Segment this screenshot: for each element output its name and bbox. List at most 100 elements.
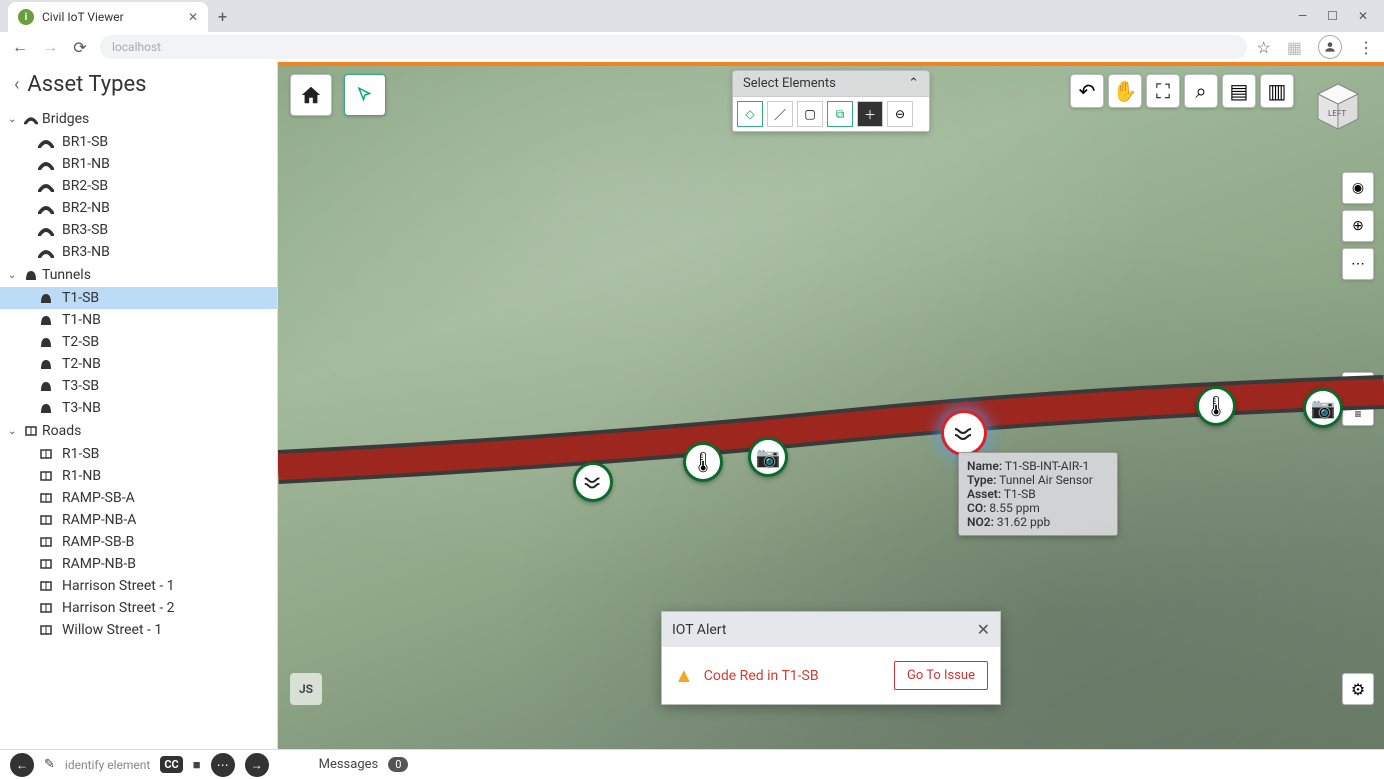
sidebar-back-icon[interactable]: ‹ xyxy=(14,74,19,95)
item-label: RAMP-NB-B xyxy=(62,556,136,572)
pencil-icon[interactable]: ✎ xyxy=(44,757,55,772)
tree-item[interactable]: BR1-SB xyxy=(0,131,277,153)
tree-item[interactable]: R1-SB xyxy=(0,443,277,465)
asset-icon xyxy=(38,358,54,370)
status-more-button[interactable]: ⋯ xyxy=(211,753,235,777)
status-next-button[interactable]: → xyxy=(245,753,269,777)
globe-tool-button[interactable]: ⊕ xyxy=(1342,210,1374,242)
item-label: BR2-SB xyxy=(62,178,108,194)
camera-tool-button[interactable]: ◉ xyxy=(1342,172,1374,204)
tree-item[interactable]: RAMP-SB-A xyxy=(0,487,277,509)
cursor-tool-button[interactable] xyxy=(344,74,386,116)
cc-badge[interactable]: CC xyxy=(160,756,182,773)
star-icon[interactable]: ☆ xyxy=(1257,38,1271,57)
tree-item[interactable]: RAMP-NB-A xyxy=(0,509,277,531)
tree-group[interactable]: ⌄Bridges xyxy=(0,107,277,131)
extension-icon[interactable]: ▦ xyxy=(1287,38,1302,57)
asset-icon xyxy=(38,470,54,482)
record-icon[interactable]: ■ xyxy=(193,757,201,773)
tree-item[interactable]: R1-NB xyxy=(0,465,277,487)
sensor-air-alert[interactable] xyxy=(941,410,987,456)
tooltip-asset-label: Asset: xyxy=(967,487,1001,501)
maximize-icon[interactable]: ☐ xyxy=(1327,9,1338,23)
item-label: Harrison Street - 2 xyxy=(62,600,175,616)
tooltip-no2-value: 31.62 ppb xyxy=(997,515,1050,529)
zoom-window-button[interactable]: ⌕ xyxy=(1184,74,1218,108)
select-add-button[interactable]: ＋ xyxy=(857,101,883,127)
sensor-temp-1[interactable]: 🌡 xyxy=(683,442,723,482)
asset-icon xyxy=(38,558,54,570)
undo-button[interactable]: ↶ xyxy=(1070,74,1104,108)
tree-item[interactable]: BR1-NB xyxy=(0,153,277,175)
fit-view-button[interactable]: ⛶ xyxy=(1146,74,1180,108)
messages-count: 0 xyxy=(388,757,408,772)
panel-collapse-icon[interactable]: ⌃ xyxy=(908,76,919,91)
tree-item[interactable]: T2-NB xyxy=(0,353,277,375)
select-remove-button[interactable]: ⊖ xyxy=(887,101,913,127)
tree-item[interactable]: BR2-SB xyxy=(0,175,277,197)
status-prev-button[interactable]: ← xyxy=(10,753,34,777)
item-label: Willow Street - 1 xyxy=(62,622,162,638)
tab-bar: i Civil IoT Viewer ✕ + — ☐ ✕ xyxy=(0,0,1384,32)
sensor-camera-1[interactable]: 📷 xyxy=(748,437,788,477)
tree-item[interactable]: Harrison Street - 1 xyxy=(0,575,277,597)
tree-item[interactable]: RAMP-SB-B xyxy=(0,531,277,553)
asset-icon xyxy=(38,224,54,236)
sensor-camera-2[interactable]: 📷 xyxy=(1303,388,1343,428)
menu-icon[interactable]: ⋮ xyxy=(1358,38,1374,57)
asset-icon xyxy=(38,448,54,460)
tree-item[interactable]: T3-SB xyxy=(0,375,277,397)
pan-button[interactable]: ✋ xyxy=(1108,74,1142,108)
tooltip-name-label: Name: xyxy=(967,459,1002,473)
item-label: R1-NB xyxy=(62,468,101,484)
select-point-button[interactable]: ◇ xyxy=(737,101,763,127)
tooltip-co-label: CO: xyxy=(967,501,986,515)
sidebar: ‹ Asset Types ⌄BridgesBR1-SBBR1-NBBR2-SB… xyxy=(0,62,278,749)
view-a-button[interactable]: ▤ xyxy=(1222,74,1256,108)
tree-item[interactable]: T2-SB xyxy=(0,331,277,353)
messages-label[interactable]: Messages xyxy=(319,757,379,772)
select-line-button[interactable]: ／ xyxy=(767,101,793,127)
tree-item[interactable]: T3-NB xyxy=(0,397,277,419)
group-label: Tunnels xyxy=(42,267,91,283)
new-tab-button[interactable]: + xyxy=(218,7,227,26)
tree-item[interactable]: Willow Street - 1 xyxy=(0,619,277,641)
sensor-tooltip: Name: T1-SB-INT-AIR-1 Type: Tunnel Air S… xyxy=(958,452,1118,536)
viewer-3d[interactable]: Select Elements ⌃ ◇ ／ ▢ ⧉ ＋ ⊖ ↶ ✋ ⛶ ⌕ ▤ … xyxy=(278,62,1384,749)
url-field[interactable]: localhost xyxy=(100,35,1247,59)
tree-item[interactable]: BR3-SB xyxy=(0,219,277,241)
back-button[interactable]: ← xyxy=(10,37,30,57)
go-to-issue-button[interactable]: Go To Issue xyxy=(894,661,988,690)
group-icon xyxy=(24,425,38,437)
close-window-icon[interactable]: ✕ xyxy=(1358,9,1368,23)
select-box-button[interactable]: ▢ xyxy=(797,101,823,127)
tree-group[interactable]: ⌄Tunnels xyxy=(0,263,277,287)
tree-item[interactable]: T1-NB xyxy=(0,309,277,331)
sensor-air-1[interactable] xyxy=(573,462,613,502)
tree-item[interactable]: Harrison Street - 2 xyxy=(0,597,277,619)
reload-button[interactable]: ⟳ xyxy=(70,38,90,57)
tree-group[interactable]: ⌄Roads xyxy=(0,419,277,443)
tab-close-icon[interactable]: ✕ xyxy=(188,10,198,24)
more-tools-button[interactable]: ⋯ xyxy=(1342,248,1374,280)
select-elements-panel: Select Elements ⌃ ◇ ／ ▢ ⧉ ＋ ⊖ xyxy=(732,70,930,132)
home-button[interactable] xyxy=(290,74,332,116)
select-group-button[interactable]: ⧉ xyxy=(827,101,853,127)
asset-icon xyxy=(38,180,54,192)
tree-item[interactable]: BR2-NB xyxy=(0,197,277,219)
settings-lower-button[interactable]: ⚙ xyxy=(1342,673,1374,705)
tree-item[interactable]: T1-SB xyxy=(0,287,277,309)
group-label: Bridges xyxy=(42,111,89,127)
tree-item[interactable]: BR3-NB xyxy=(0,241,277,263)
profile-icon[interactable] xyxy=(1318,35,1342,59)
tree-item[interactable]: RAMP-NB-B xyxy=(0,553,277,575)
browser-tab[interactable]: i Civil IoT Viewer ✕ xyxy=(8,2,208,32)
view-b-button[interactable]: ▥ xyxy=(1260,74,1294,108)
view-cube[interactable]: LEFT xyxy=(1308,74,1368,134)
asset-icon xyxy=(38,136,54,148)
forward-button[interactable]: → xyxy=(40,37,60,57)
sensor-temp-2[interactable]: 🌡 xyxy=(1196,386,1236,426)
minimize-icon[interactable]: — xyxy=(1298,9,1307,23)
item-label: RAMP-SB-B xyxy=(62,534,134,550)
alert-close-icon[interactable]: ✕ xyxy=(977,620,990,639)
